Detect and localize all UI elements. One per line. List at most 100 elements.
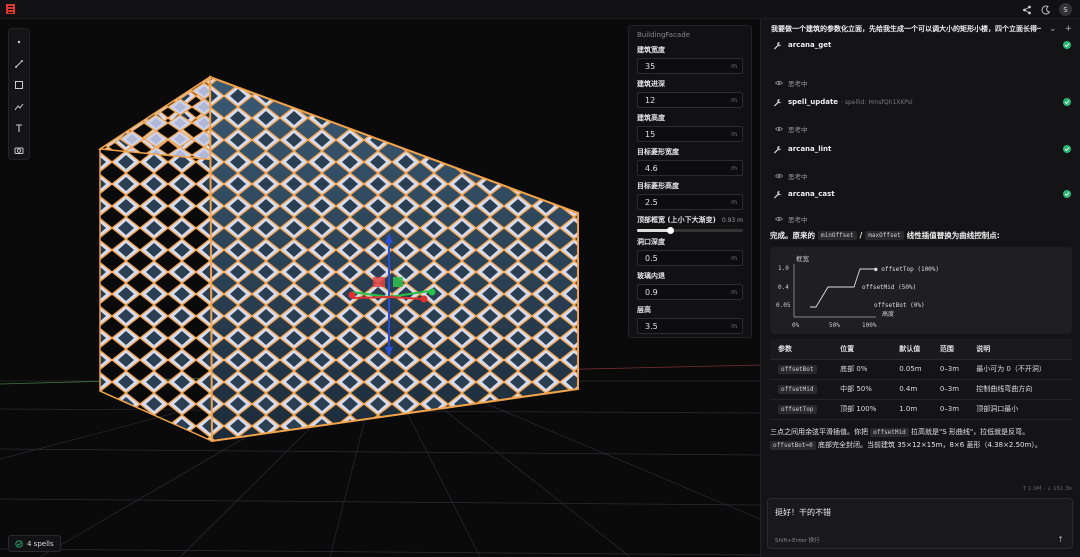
param-value[interactable]: 4.6 bbox=[645, 164, 658, 173]
top-frame-slider[interactable] bbox=[637, 227, 743, 234]
chat-input-text[interactable]: 挺好！干的不错 bbox=[775, 507, 831, 518]
tool-detail: · spellId: HmsfQh1XKPsl bbox=[841, 98, 913, 106]
param-value[interactable]: 15 bbox=[645, 130, 655, 139]
3d-viewport[interactable]: BuildingFacade 建筑宽度 35 m 建筑进深 12 m 建筑高度 15 m 目标菱形… bbox=[0, 19, 760, 557]
thinking-row[interactable]: 思考中 bbox=[775, 123, 808, 135]
param-value[interactable]: 0.5 bbox=[645, 254, 658, 263]
diagram-xtick: 0% bbox=[792, 322, 800, 329]
slider-label: 顶部框宽 (上小下大渐变) bbox=[637, 216, 716, 224]
curve-diagram-svg: 框宽 1.0 0.4 0.05 ● offsetTop (100%) offse… bbox=[776, 254, 939, 329]
tool-call-row[interactable]: arcana_get bbox=[773, 38, 1071, 52]
eye-icon bbox=[775, 80, 783, 86]
thinking-row[interactable]: 思考中 bbox=[775, 213, 808, 225]
eye-icon bbox=[775, 216, 783, 222]
cell-text: 底部 0% bbox=[840, 365, 868, 373]
table-cell: 顶部洞口最小 bbox=[968, 399, 1072, 420]
polyline-icon[interactable] bbox=[10, 98, 28, 117]
inline-code: offsetMid bbox=[870, 428, 909, 437]
thinking-row[interactable]: 思考中 bbox=[775, 170, 808, 182]
chevron-down-icon[interactable]: ⌄ bbox=[1049, 24, 1057, 34]
param-input[interactable]: 0.5 m bbox=[637, 250, 743, 266]
point-icon[interactable] bbox=[10, 33, 28, 52]
param-name-code: offsetMid bbox=[778, 385, 817, 394]
param-unit: m bbox=[731, 288, 737, 296]
param-input[interactable]: 2.5 m bbox=[637, 194, 743, 210]
table-row: offsetTop 顶部 100% 1.0m 0–3m 顶部洞口最小 bbox=[770, 399, 1072, 420]
message-text: 线性插值替换为曲线控制点: bbox=[906, 231, 1000, 240]
param-input[interactable]: 0.9 m bbox=[637, 284, 743, 300]
param-input[interactable]: 4.6 m bbox=[637, 160, 743, 176]
tool-call-row[interactable]: arcana_lint bbox=[773, 142, 1071, 156]
table-cell: offsetBot bbox=[770, 359, 833, 380]
table-cell: 0–3m bbox=[931, 399, 969, 420]
param-value[interactable]: 0.9 bbox=[645, 288, 658, 297]
rectangle-icon[interactable] bbox=[10, 76, 28, 95]
param-input[interactable]: 3.5 m bbox=[637, 318, 743, 334]
param-value[interactable]: 2.5 bbox=[645, 198, 658, 207]
assistant-message: 完成。原来的 minOffset / maxOffset 线性插值替换为曲线控制… bbox=[770, 230, 1000, 241]
tool-name: spell_update bbox=[788, 98, 839, 106]
table-header: 默认值 bbox=[891, 339, 932, 360]
send-arrow-icon[interactable]: ↑ bbox=[1057, 535, 1064, 544]
wrench-icon bbox=[773, 190, 782, 199]
param-name-code: offsetBot bbox=[778, 365, 817, 374]
diagram-point-label: offsetMid (50%) bbox=[862, 284, 916, 291]
param-label: 目标菱形高度 bbox=[637, 182, 679, 190]
diagram-xtick: 50% bbox=[829, 322, 840, 329]
param-value[interactable]: 35 bbox=[645, 62, 655, 71]
line-icon[interactable] bbox=[10, 55, 28, 74]
cell-text: 1.0m bbox=[899, 405, 918, 413]
table-header: 位置 bbox=[832, 339, 892, 360]
plus-icon[interactable]: + bbox=[1065, 24, 1073, 34]
slider-thumb[interactable] bbox=[666, 227, 674, 234]
chat-header: 我要做一个建筑的参数化立面，先给我生成一个可以调大小的矩形小楼，四个立面长得一…… bbox=[761, 19, 1080, 38]
top-bar: S bbox=[0, 0, 1080, 19]
param-label: 层高 bbox=[637, 306, 651, 314]
table-header: 范围 bbox=[931, 339, 969, 360]
message-text: 完成。原来的 bbox=[770, 231, 815, 240]
param-value[interactable]: 3.5 bbox=[645, 322, 658, 331]
chat-input[interactable]: 挺好！干的不错 Shift+Enter 换行 ↑ bbox=[767, 498, 1073, 549]
param-input[interactable]: 35 m bbox=[637, 58, 743, 74]
summary-part: 拉高就是"S 形曲线"，拉低就是反弯。 bbox=[910, 428, 1030, 436]
param-input[interactable]: 12 m bbox=[637, 92, 743, 108]
param-value[interactable]: 12 bbox=[645, 96, 655, 105]
diagram-point-label: offsetBot (0%) bbox=[874, 302, 925, 309]
diagram-xlabel: 高度 bbox=[882, 310, 894, 318]
summary-part: 底部完全封闭。当前建筑 35×12×15m，8×6 菱形（4.38×2.50m）… bbox=[817, 441, 1042, 449]
diagram-ytick: 1.0 bbox=[778, 265, 789, 272]
tool-bar bbox=[8, 28, 30, 160]
diagram-ylabel: 框宽 bbox=[796, 254, 810, 263]
param-input[interactable]: 15 m bbox=[637, 126, 743, 142]
thinking-row[interactable]: 思考中 bbox=[775, 77, 808, 89]
avatar[interactable]: S bbox=[1059, 3, 1072, 16]
moon-icon[interactable] bbox=[1040, 4, 1052, 16]
share-icon[interactable] bbox=[1021, 4, 1033, 16]
message-separator: / bbox=[859, 231, 863, 240]
inline-code: minOffset bbox=[818, 231, 857, 240]
wrench-icon bbox=[773, 145, 782, 154]
table-row: offsetBot 底部 0% 0.05m 0–3m 最小可为 0（不开洞） bbox=[770, 359, 1072, 380]
tool-call-row[interactable]: arcana_cast bbox=[773, 187, 1071, 201]
inline-code: offsetBot=0 bbox=[770, 441, 816, 450]
chat-title[interactable]: 我要做一个建筑的参数化立面，先给我生成一个可以调大小的矩形小楼，四个立面长得一… bbox=[771, 24, 1041, 34]
cell-text: 控制曲线弯曲方向 bbox=[976, 385, 1033, 393]
param-label: 建筑高度 bbox=[637, 114, 665, 122]
camera-icon[interactable] bbox=[10, 141, 28, 160]
tool-call-row[interactable]: spell_update · spellId: HmsfQh1XKPsl bbox=[773, 95, 1071, 109]
table-cell: offsetMid bbox=[770, 379, 833, 400]
cell-text: 0–3m bbox=[939, 405, 960, 413]
table-cell: 0–3m bbox=[931, 379, 969, 400]
table-cell: 顶部 100% bbox=[832, 399, 892, 420]
text-icon[interactable] bbox=[10, 119, 28, 138]
curve-diagram: 框宽 1.0 0.4 0.05 ● offsetTop (100%) offse… bbox=[770, 247, 1072, 334]
diagram-xtick: 100% bbox=[862, 322, 877, 329]
check-icon bbox=[1063, 98, 1071, 106]
table-cell: 控制曲线弯曲方向 bbox=[968, 379, 1072, 400]
spells-badge[interactable]: 4 spells bbox=[8, 535, 61, 552]
param-unit: m bbox=[731, 198, 737, 206]
param-label: 洞口深度 bbox=[637, 238, 665, 246]
param-unit: m bbox=[731, 96, 737, 104]
diagram-ytick: 0.05 bbox=[776, 302, 791, 309]
castle-logo-icon[interactable] bbox=[5, 3, 16, 15]
